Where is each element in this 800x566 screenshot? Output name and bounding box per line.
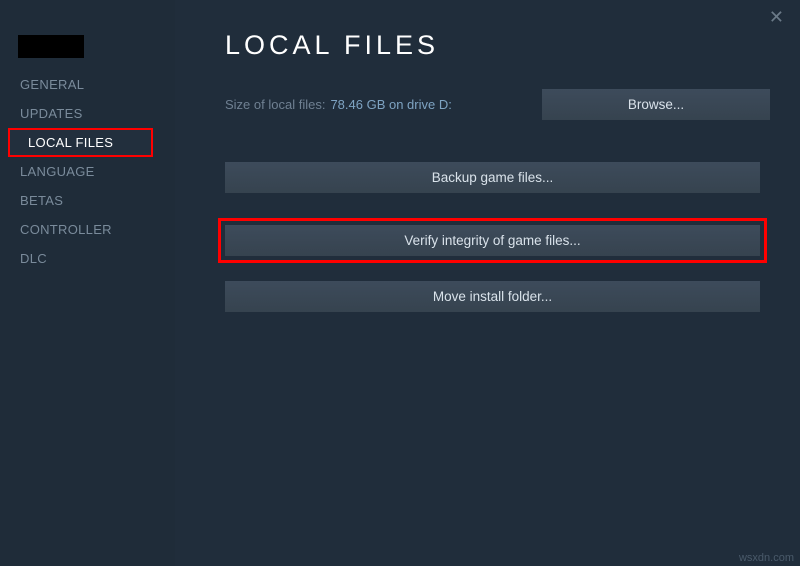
sidebar: GENERAL UPDATES LOCAL FILES LANGUAGE BET… [0, 0, 175, 566]
page-title: LOCAL FILES [225, 30, 770, 61]
size-label: Size of local files: [225, 97, 325, 112]
sidebar-item-updates[interactable]: UPDATES [0, 99, 175, 128]
verify-integrity-button[interactable]: Verify integrity of game files... [225, 225, 760, 256]
sidebar-item-local-files[interactable]: LOCAL FILES [8, 128, 153, 157]
watermark: wsxdn.com [739, 552, 794, 564]
sidebar-item-controller[interactable]: CONTROLLER [0, 215, 175, 244]
main-panel: LOCAL FILES Size of local files: 78.46 G… [175, 0, 800, 566]
browse-button[interactable]: Browse... [542, 89, 770, 120]
sidebar-item-general[interactable]: GENERAL [0, 70, 175, 99]
size-value: 78.46 GB on drive D: [330, 97, 451, 112]
size-row: Size of local files: 78.46 GB on drive D… [225, 89, 770, 120]
move-install-folder-button[interactable]: Move install folder... [225, 281, 760, 312]
verify-highlight-box: Verify integrity of game files... [218, 218, 767, 263]
backup-game-files-button[interactable]: Backup game files... [225, 162, 760, 193]
sidebar-item-language[interactable]: LANGUAGE [0, 157, 175, 186]
sidebar-item-dlc[interactable]: DLC [0, 244, 175, 273]
game-title-redacted [18, 35, 84, 58]
sidebar-item-betas[interactable]: BETAS [0, 186, 175, 215]
properties-window: ✕ GENERAL UPDATES LOCAL FILES LANGUAGE B… [0, 0, 800, 566]
